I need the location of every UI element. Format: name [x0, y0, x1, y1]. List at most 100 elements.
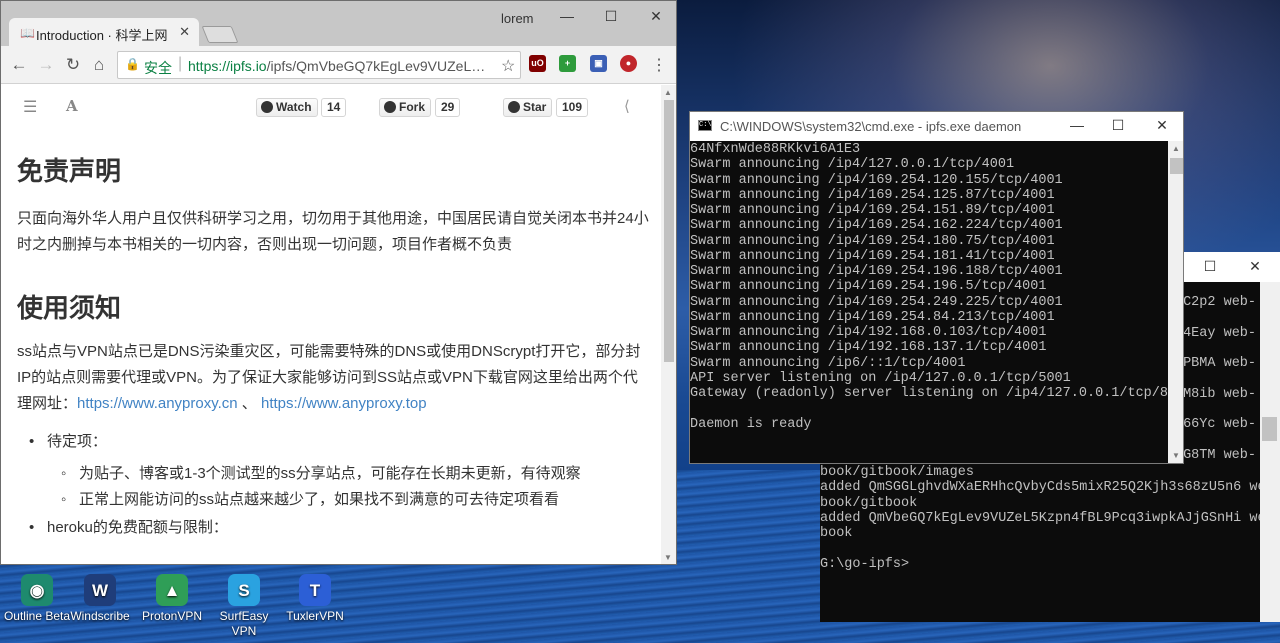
watch-count[interactable]: 14 — [321, 98, 347, 117]
console-line: 64NfxnWde88RKkvi6A1E3 — [690, 142, 861, 157]
desktop-icon-tuxlervpn[interactable]: T TuxlerVPN — [280, 574, 350, 624]
close-icon[interactable]: ✕ — [646, 8, 666, 25]
reload-icon[interactable]: ↻ — [63, 55, 83, 75]
tab-introduction[interactable]: 📖 Introduction · 科学上网 ✕ — [9, 18, 199, 46]
link-separator: 、 — [237, 395, 261, 412]
proxy-link-1[interactable]: https://www.anyproxy.cn — [77, 395, 238, 412]
maximize-icon[interactable]: ☐ — [1200, 258, 1220, 275]
console-line: Swarm announcing /ip4/169.254.196.188/tc… — [690, 264, 1063, 279]
forward-icon[interactable]: → — [36, 55, 56, 75]
github-fork-button[interactable]: Fork — [379, 98, 432, 117]
console-line: Swarm announcing /ip6/::1/tcp/4001 — [690, 355, 966, 371]
console-line: Swarm announcing /ip4/169.254.120.155/tc… — [690, 172, 1063, 188]
bookmark-star-icon[interactable]: ☆ — [501, 56, 515, 76]
desktop-icon-windscribe[interactable]: W Windscribe — [65, 574, 135, 624]
url-separator: | — [178, 55, 183, 72]
menu-kebab-icon[interactable]: ⋮ — [651, 55, 667, 75]
outline-app-icon: ◉ — [21, 574, 53, 606]
console-line: book/gitbook — [820, 495, 918, 511]
shield-icon[interactable]: + — [559, 55, 576, 72]
disclaimer-paragraph: 只面向海外华人用户且仅供科研学习之用，切勿用于其他用途，中国居民请自觉关闭本书并… — [17, 210, 649, 253]
share-icon[interactable]: ⟨ — [624, 97, 630, 115]
console-line: Swarm announcing /ip4/169.254.125.87/tcp… — [690, 187, 1055, 203]
browser-window[interactable]: 📖 Introduction · 科学上网 ✕ lorem — ☐ ✕ ← → … — [0, 0, 677, 565]
console-line: Swarm announcing /ip4/169.254.151.89/tcp… — [690, 203, 1055, 218]
console-line: book/gitbook/images — [820, 465, 974, 480]
console-scrollbar[interactable]: ▲ ▼ — [1168, 141, 1183, 463]
scrollbar-thumb[interactable] — [664, 100, 674, 362]
usage-paragraph: ss站点与VPN站点已是DNS污染重灾区，可能需要特殊的DNS或使用DNScry… — [17, 339, 649, 417]
page-content: 免责声明 只面向海外华人用户且仅供科研学习之用，切勿用于其他用途，中国居民请自觉… — [17, 151, 649, 541]
console-line: book — [820, 526, 853, 541]
scrollbar-thumb[interactable] — [1262, 417, 1277, 441]
tab-title: Introduction · 科学上网 — [36, 28, 168, 43]
back-icon[interactable]: ← — [9, 55, 29, 75]
desktop-icon-protonvpn[interactable]: ▲ ProtonVPN — [137, 574, 207, 624]
protonvpn-app-icon: ▲ — [156, 574, 188, 606]
scroll-up-icon[interactable]: ▲ — [1172, 144, 1180, 153]
list-item: heroku的免费配额与限制： — [17, 515, 649, 541]
desktop-icon-label: TuxlerVPN — [286, 609, 344, 623]
url-text: https://ipfs.io/ipfs/QmVbeGQ7kEgLev9VUZe… — [188, 58, 485, 74]
font-settings-icon[interactable]: A — [66, 97, 78, 115]
console-line: Swarm announcing /ip4/127.0.0.1/tcp/4001 — [690, 157, 1015, 173]
console-line: Gateway (readonly) server listening on /… — [690, 386, 1184, 401]
console-line: G:\go-ipfs> — [820, 556, 910, 572]
tuxlervpn-app-icon: T — [299, 574, 331, 606]
console-line: API server listening on /ip4/127.0.0.1/t… — [690, 370, 1071, 386]
console-line: Swarm announcing /ip4/192.168.137.1/tcp/… — [690, 340, 1047, 356]
proxy-link-2[interactable]: https://www.anyproxy.top — [261, 395, 427, 412]
save-icon[interactable]: ▣ — [590, 55, 607, 72]
desktop-icon-label: Windscribe — [70, 609, 130, 623]
console-output-bottom: book/gitbook/images added QmSGGLghvdWXaER… — [820, 465, 1260, 622]
github-watch-button[interactable]: Watch — [256, 98, 318, 117]
console-line: Swarm announcing /ip4/169.254.181.41/tcp… — [690, 248, 1055, 264]
ublock-origin-icon[interactable]: uO — [529, 55, 546, 72]
heading-disclaimer: 免责声明 — [17, 157, 122, 187]
toc-menu-icon[interactable]: ☰ — [23, 97, 37, 117]
console-line: Swarm announcing /ip4/192.168.0.103/tcp/… — [690, 325, 1047, 340]
minimize-icon[interactable]: — — [557, 8, 577, 24]
list-item: 待定项： — [17, 429, 649, 455]
home-icon[interactable]: ⌂ — [89, 55, 109, 75]
desktop-icon-outline[interactable]: ◉ Outline Beta — [2, 574, 72, 624]
console-titlebar[interactable]: C:\ C:\WINDOWS\system32\cmd.exe - ipfs.e… — [690, 112, 1183, 141]
maximize-icon[interactable]: ☐ — [1108, 117, 1128, 134]
tab-close-icon[interactable]: ✕ — [179, 24, 190, 40]
console-window-ipfs-daemon[interactable]: C:\ C:\WINDOWS\system32\cmd.exe - ipfs.e… — [689, 111, 1184, 464]
address-bar[interactable]: 🔒 安全 | https://ipfs.io/ipfs/QmVbeGQ7kEgL… — [117, 51, 521, 79]
scroll-down-icon[interactable]: ▼ — [1172, 451, 1180, 460]
console-scrollbar[interactable] — [1260, 282, 1280, 622]
page-scrollbar[interactable]: ▲ ▼ — [661, 85, 676, 564]
list-subitem: 为贴子、博客或1-3个测试型的ss分享站点，可能存在长期未更新，有待观察 — [17, 461, 649, 487]
github-icon — [384, 101, 396, 113]
url-path: /ipfs/QmVbeGQ7kEgLev9VUZeL… — [266, 58, 486, 74]
surfeasy-app-icon: S — [228, 574, 260, 606]
record-icon[interactable]: ● — [620, 55, 637, 72]
close-icon[interactable]: ✕ — [1245, 258, 1265, 275]
maximize-icon[interactable]: ☐ — [601, 8, 621, 25]
fork-label: Fork — [399, 100, 426, 114]
github-icon — [261, 101, 273, 113]
new-tab-button[interactable] — [201, 26, 239, 43]
console-line: Daemon is ready — [690, 416, 812, 432]
book-icon: 📖 — [20, 26, 35, 40]
scroll-up-icon[interactable]: ▲ — [664, 88, 672, 97]
star-count[interactable]: 109 — [556, 98, 589, 117]
heading-usage-notes: 使用须知 — [17, 294, 122, 324]
console-line: Swarm announcing /ip4/169.254.180.75/tcp… — [690, 233, 1055, 249]
minimize-icon[interactable]: — — [1067, 117, 1087, 133]
desktop-icon-surfeasy[interactable]: S SurfEasy VPN — [209, 574, 279, 639]
fork-count[interactable]: 29 — [435, 98, 461, 117]
star-label: Star — [523, 100, 547, 114]
gitbook-header: ☰ A Watch 14 Fork 29 Star 109 ⟨ — [1, 85, 661, 127]
scroll-down-icon[interactable]: ▼ — [664, 553, 672, 562]
console-line: Swarm announcing /ip4/169.254.162.224/tc… — [690, 218, 1063, 234]
github-star-button[interactable]: Star — [503, 98, 553, 117]
scrollbar-thumb[interactable] — [1170, 158, 1183, 174]
profile-label: lorem — [501, 11, 534, 26]
close-icon[interactable]: ✕ — [1152, 117, 1172, 134]
notes-list: 待定项： 为贴子、博客或1-3个测试型的ss分享站点，可能存在长期未更新，有待观… — [17, 429, 649, 541]
console-line: Swarm announcing /ip4/169.254.84.213/tcp… — [690, 309, 1055, 325]
